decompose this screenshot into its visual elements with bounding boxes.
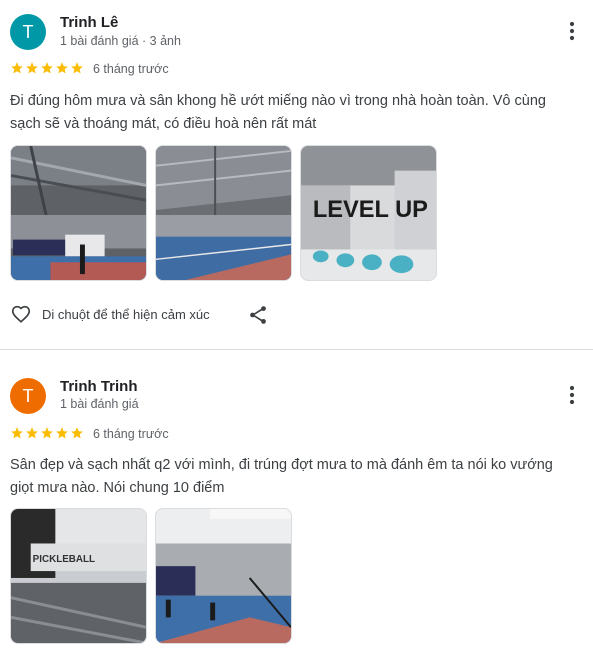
review-card: T Trinh Trinh 1 bài đánh giá 6 tháng trư… (0, 350, 593, 652)
avatar[interactable]: T (10, 14, 46, 50)
share-icon (250, 306, 266, 324)
more-options-button[interactable] (561, 20, 583, 42)
review-text: Sân đẹp và sạch nhất q2 với mình, đi trú… (10, 457, 553, 496)
react-label: Di chuột để thể hiện cảm xúc (42, 306, 210, 322)
reviewer-meta: 1 bài đánh giá (60, 397, 139, 411)
more-vert-icon (569, 21, 575, 41)
star-rating (10, 426, 84, 440)
heart-outline-icon (11, 305, 31, 323)
avatar-initial: T (22, 21, 34, 42)
review-time: 6 tháng trước (93, 427, 169, 441)
star-icon (71, 427, 83, 439)
review-photo[interactable]: LEVEL UP (300, 145, 437, 281)
star-icon (26, 427, 38, 439)
star-icon (41, 427, 53, 439)
star-icon (71, 62, 83, 74)
reviewer-name[interactable]: Trinh Lê (60, 14, 118, 31)
photo-sign-text: PICKLEBALL (33, 554, 95, 565)
star-icon (11, 427, 23, 439)
avatar[interactable]: T (10, 378, 46, 414)
more-vert-icon (569, 385, 575, 405)
star-icon (11, 62, 23, 74)
review-text: Đi đúng hôm mưa và sân khong hề ướt miến… (10, 93, 546, 132)
review-card: T Trinh Lê 1 bài đánh giá · 3 ảnh 6 thán… (0, 0, 593, 349)
star-rating (10, 61, 84, 75)
star-icon (41, 62, 53, 74)
react-button[interactable]: Di chuột để thể hiện cảm xúc (10, 303, 210, 325)
more-options-button[interactable] (561, 384, 583, 406)
photo-sign-text: LEVEL UP (313, 197, 428, 223)
star-icon (56, 62, 68, 74)
star-icon (26, 62, 38, 74)
reviewer-name[interactable]: Trinh Trinh (60, 378, 138, 395)
review-photo[interactable] (155, 508, 292, 644)
star-icon (56, 427, 68, 439)
review-photo[interactable] (155, 145, 292, 281)
avatar-initial: T (22, 385, 34, 406)
review-photo[interactable]: PICKLEBALL (10, 508, 147, 644)
review-time: 6 tháng trước (93, 62, 169, 76)
reviewer-meta: 1 bài đánh giá · 3 ảnh (60, 34, 181, 48)
review-photo[interactable] (10, 145, 147, 281)
share-button[interactable] (247, 304, 269, 326)
